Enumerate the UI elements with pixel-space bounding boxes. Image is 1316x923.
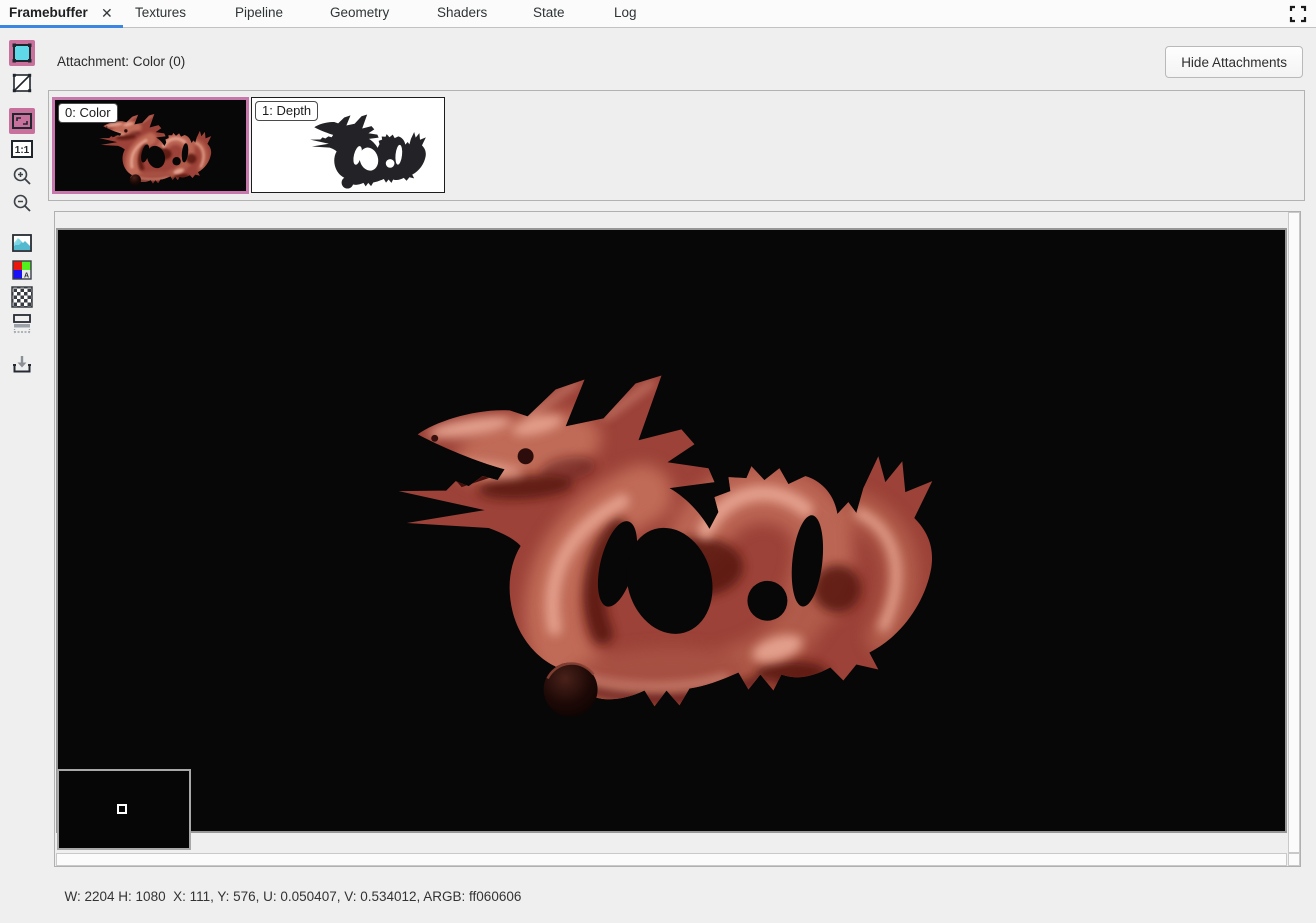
tab-bar: Framebuffer ✕ Textures Pipeline Geometry… bbox=[0, 0, 1316, 28]
tab-close-icon[interactable]: ✕ bbox=[101, 0, 113, 26]
alpha-channel-icon[interactable] bbox=[9, 70, 35, 96]
scrollbar-corner bbox=[1288, 853, 1300, 866]
status-text: W: 2204 H: 1080 X: 111, Y: 576, U: 0.050… bbox=[65, 889, 522, 904]
fit-to-window-icon[interactable] bbox=[9, 108, 35, 134]
attachment-label: Attachment: Color (0) bbox=[57, 54, 185, 69]
vertical-scrollbar[interactable] bbox=[1288, 212, 1300, 853]
active-tab-indicator bbox=[0, 25, 123, 28]
color-channels-icon[interactable] bbox=[9, 40, 35, 66]
pixel-cursor-marker bbox=[117, 804, 127, 814]
thumbnail-color[interactable]: 0: Color bbox=[52, 97, 249, 194]
pixel-context-preview bbox=[57, 769, 191, 850]
tab-geometry[interactable]: Geometry bbox=[330, 0, 389, 26]
tab-framebuffer[interactable]: Framebuffer bbox=[9, 0, 88, 26]
save-icon[interactable] bbox=[9, 351, 35, 377]
framebuffer-viewport bbox=[54, 211, 1301, 867]
status-bar: W: 2204 H: 1080 X: 111, Y: 576, U: 0.050… bbox=[57, 874, 521, 904]
tab-shaders[interactable]: Shaders bbox=[437, 0, 487, 26]
thumbnail-color-label: 0: Color bbox=[58, 103, 118, 123]
zoom-in-icon[interactable] bbox=[9, 163, 35, 189]
flatten-icon[interactable] bbox=[9, 311, 35, 337]
fullscreen-icon[interactable] bbox=[1289, 5, 1307, 23]
svg-text:1:1: 1:1 bbox=[15, 145, 30, 156]
thumbnail-depth[interactable]: 1: Depth bbox=[251, 97, 445, 193]
attachments-strip: 0: Color 1: Depth bbox=[48, 90, 1305, 201]
tab-state[interactable]: State bbox=[533, 0, 565, 26]
rgba-split-icon[interactable]: A bbox=[9, 257, 35, 283]
tab-textures[interactable]: Textures bbox=[135, 0, 186, 26]
actual-size-icon[interactable]: 1:1 bbox=[9, 136, 35, 162]
thumbnail-depth-label: 1: Depth bbox=[255, 101, 318, 121]
hide-attachments-button[interactable]: Hide Attachments bbox=[1165, 46, 1303, 78]
zoom-out-icon[interactable] bbox=[9, 190, 35, 216]
framebuffer-image[interactable] bbox=[56, 228, 1287, 833]
tab-log[interactable]: Log bbox=[614, 0, 637, 26]
tab-pipeline[interactable]: Pipeline bbox=[235, 0, 283, 26]
dragon-render bbox=[58, 230, 1285, 831]
histogram-icon[interactable] bbox=[9, 230, 35, 256]
checker-background-icon[interactable] bbox=[9, 284, 35, 310]
horizontal-scrollbar[interactable] bbox=[56, 853, 1287, 866]
